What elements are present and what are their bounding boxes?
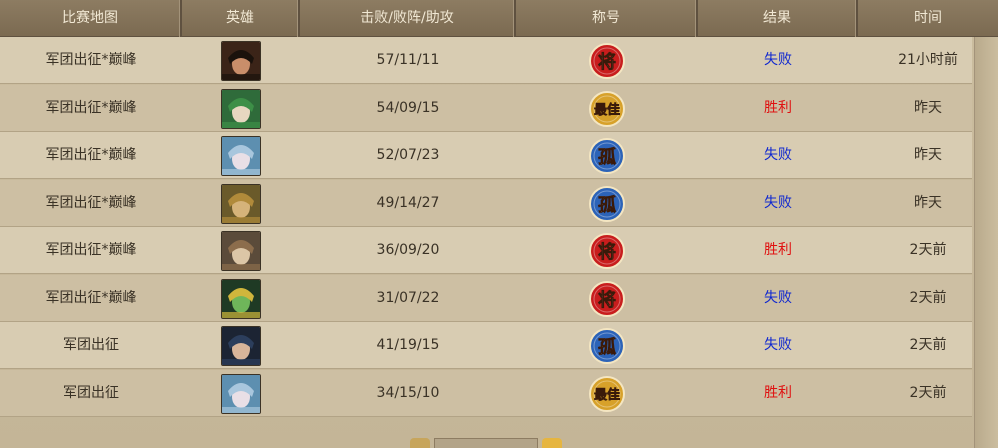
table-row[interactable]: 军团出征*巅峰 52/07/23 孤失败 昨天 [0,132,972,179]
hero-portrait-blue-hair-avatar[interactable] [221,136,261,176]
table-row[interactable]: 军团出征 34/15/10 最佳 胜利 2天前 [0,369,972,417]
row-kda: 41/19/15 [376,337,440,353]
row-result: 胜利 [764,384,792,401]
row-map: 军团出征*巅峰 [45,194,137,211]
page-indicator [434,438,538,448]
table-row[interactable]: 军团出征*巅峰 57/11/11 将失败 21小时前 [0,37,972,84]
row-result: 胜利 [764,99,792,116]
next-page-arrow-icon[interactable] [542,438,562,448]
header-kda[interactable]: 击败/败阵/助攻 [300,0,516,37]
title-badge-gu-icon: 孤 [588,137,626,175]
row-map: 军团出征*巅峰 [45,99,137,116]
row-kda: 54/09/15 [376,99,440,116]
scrollbar[interactable] [974,37,998,448]
row-map: 军团出征*巅峰 [45,289,137,306]
svg-text:孤: 孤 [598,146,616,168]
row-map: 军团出征*巅峰 [45,52,137,68]
title-badge-best-icon: 最佳 [588,90,626,128]
hero-portrait-golden-armor-avatar[interactable] [221,183,261,224]
svg-text:孤: 孤 [598,336,616,358]
title-badge-best-icon: 最佳 [588,375,626,413]
hero-portrait-blue-hair-avatar[interactable] [221,373,261,414]
row-map: 军团出征 [63,337,119,353]
row-kda: 57/11/11 [376,52,440,68]
row-result: 失败 [764,289,792,306]
svg-text:最佳: 最佳 [594,387,620,403]
row-map: 军团出征*巅峰 [45,242,137,258]
title-badge-jiang-icon: 将 [588,42,626,80]
prev-page-arrow-icon[interactable] [410,438,430,448]
header-result[interactable]: 结果 [698,0,858,37]
hero-portrait-winged-helm-avatar[interactable] [221,231,261,271]
row-kda: 49/14/27 [376,194,440,211]
title-badge-jiang-icon: 将 [588,232,626,270]
row-map: 军团出征 [63,384,119,401]
row-result: 胜利 [764,242,792,258]
svg-text:最佳: 最佳 [594,102,620,118]
svg-text:将: 将 [598,241,616,263]
row-result: 失败 [764,194,792,211]
row-kda: 52/07/23 [376,147,440,163]
header-map[interactable]: 比赛地图 [0,0,182,37]
row-kda: 34/15/10 [376,384,440,401]
match-history-panel: 比赛地图 英雄 击败/败阵/助攻 称号 结果 时间 军团出征*巅峰 57/11/1… [0,0,998,448]
header-time[interactable]: 时间 [858,0,998,37]
row-result: 失败 [764,147,792,163]
row-kda: 36/09/20 [376,242,440,258]
table-row[interactable]: 军团出征*巅峰 49/14/27 孤失败 昨天 [0,179,972,227]
header-title[interactable]: 称号 [516,0,698,37]
hero-portrait-dark-hair-male-avatar[interactable] [221,326,261,366]
table-header: 比赛地图 英雄 击败/败阵/助攻 称号 结果 时间 [0,0,998,37]
header-hero[interactable]: 英雄 [182,0,300,37]
title-badge-jiang-icon: 将 [588,280,626,318]
hero-portrait-green-monster-avatar[interactable] [221,278,261,319]
svg-text:孤: 孤 [598,194,616,216]
svg-text:将: 将 [598,289,616,311]
row-result: 失败 [764,337,792,353]
hero-portrait-green-warrior-avatar[interactable] [221,88,261,129]
row-map: 军团出征*巅峰 [45,147,137,163]
title-badge-gu-icon: 孤 [588,185,626,223]
svg-text:将: 将 [598,51,616,73]
row-kda: 31/07/22 [376,289,440,306]
title-badge-gu-icon: 孤 [588,327,626,365]
row-result: 失败 [764,52,792,68]
table-row[interactable]: 军团出征*巅峰 54/09/15 最佳 胜利 昨天 [0,84,972,132]
hero-portrait-female-dark-hair-avatar[interactable] [221,41,261,81]
table-row[interactable]: 军团出征 41/19/15 孤失败 2天前 [0,322,972,369]
table-row[interactable]: 军团出征*巅峰 36/09/20 将胜利 2天前 [0,227,972,274]
table-row[interactable]: 军团出征*巅峰 31/07/22 将失败 2天前 [0,274,972,322]
